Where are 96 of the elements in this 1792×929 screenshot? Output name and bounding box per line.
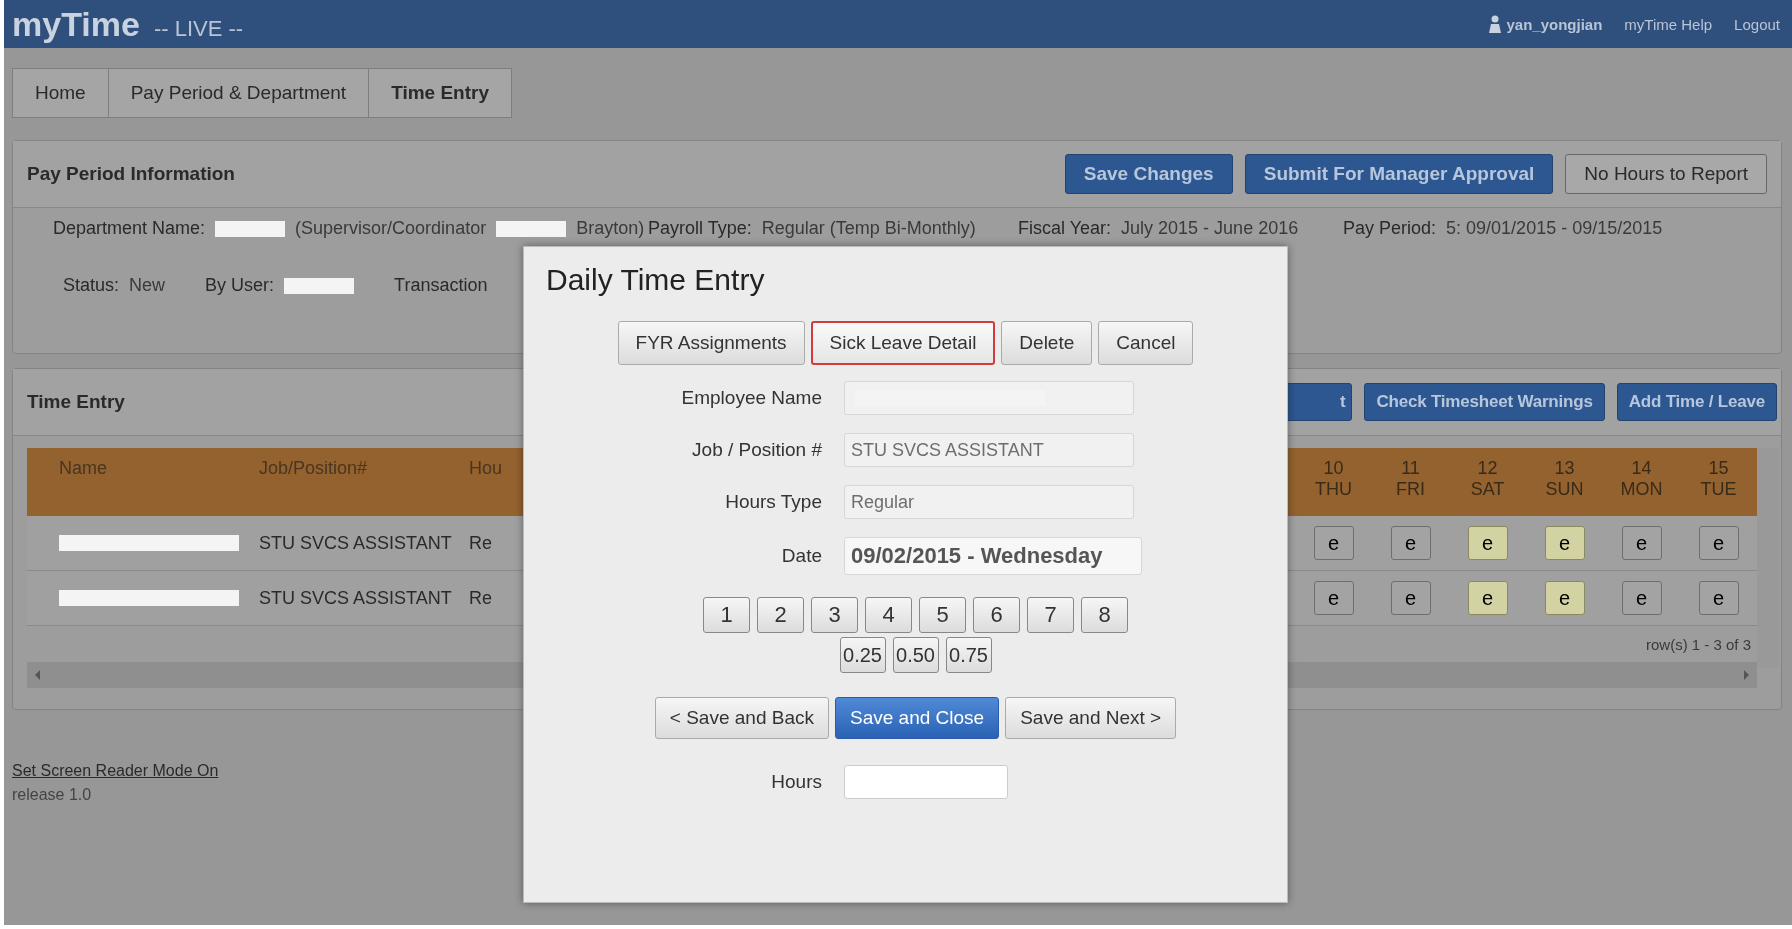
dialog-button[interactable]: Save and Next > bbox=[1005, 697, 1177, 739]
edit-day-button[interactable]: e bbox=[1390, 526, 1431, 560]
field-value: July 2015 - June 2016 bbox=[1121, 218, 1299, 239]
redaction-block bbox=[284, 277, 355, 294]
toolbar-button[interactable]: Check Timesheet Warnings bbox=[1364, 383, 1605, 421]
release-label: release 1.0 bbox=[12, 786, 93, 804]
panel-title: Time Entry bbox=[27, 391, 125, 413]
user-name[interactable]: yan_yongjian bbox=[1506, 15, 1603, 33]
weekday-label: TUE bbox=[1700, 479, 1737, 500]
field-value: New bbox=[129, 275, 166, 296]
weekday-label: MON bbox=[1620, 479, 1663, 500]
weekday-label: THU bbox=[1315, 479, 1352, 500]
hour-button[interactable]: 0.50 bbox=[892, 637, 939, 673]
input-field[interactable]: Regular bbox=[844, 485, 1134, 519]
edit-day-button[interactable]: e bbox=[1698, 526, 1739, 560]
field-value: 5: 09/01/2015 - 09/15/2015 bbox=[1446, 218, 1663, 239]
screen-reader-link[interactable]: Set Screen Reader Mode On bbox=[12, 762, 219, 780]
column-header: Job/Position# bbox=[259, 457, 369, 480]
edit-day-button[interactable]: e bbox=[1621, 526, 1662, 560]
edit-day-button[interactable]: e bbox=[1621, 581, 1662, 615]
field-label: Hours bbox=[771, 771, 822, 793]
hours-field[interactable] bbox=[844, 765, 1008, 799]
dialog-button[interactable]: FYR Assignments bbox=[617, 321, 805, 365]
edit-day-button[interactable]: e bbox=[1390, 581, 1431, 615]
table-cell-text: Re bbox=[469, 587, 493, 609]
day-number: 12 bbox=[1477, 458, 1498, 479]
hour-button[interactable]: 2 bbox=[757, 597, 804, 633]
edit-day-button[interactable]: e bbox=[1313, 581, 1354, 615]
user-icon bbox=[1488, 15, 1503, 33]
edit-day-button[interactable]: e bbox=[1544, 526, 1585, 560]
weekday-label: SUN bbox=[1545, 479, 1584, 500]
table-cell-text: STU SVCS ASSISTANT bbox=[259, 532, 453, 554]
field-value: Brayton) bbox=[576, 218, 645, 239]
field-label: Transaction bbox=[394, 275, 488, 296]
field-label: Payroll Type: bbox=[648, 218, 752, 239]
edit-day-button[interactable]: e bbox=[1698, 581, 1739, 615]
dialog-button[interactable]: Save and Close bbox=[835, 697, 1000, 739]
hour-button[interactable]: 3 bbox=[811, 597, 858, 633]
day-number: 14 bbox=[1631, 458, 1652, 479]
field-label: Date bbox=[781, 545, 822, 567]
input-field[interactable]: STU SVCS ASSISTANT bbox=[844, 433, 1134, 467]
hour-button[interactable]: 7 bbox=[1027, 597, 1074, 633]
edit-day-button[interactable]: e bbox=[1467, 526, 1508, 560]
field-label: Fiscal Year: bbox=[1018, 218, 1112, 239]
field-value: (Supervisor/Coordinator bbox=[295, 218, 487, 239]
input-field[interactable] bbox=[844, 381, 1134, 415]
hour-button[interactable]: 0.25 bbox=[839, 637, 886, 673]
field-label: Department Name: bbox=[53, 218, 206, 239]
header-button[interactable]: Submit For Manager Approval bbox=[1244, 154, 1554, 194]
day-number: 15 bbox=[1708, 458, 1729, 479]
day-number: 10 bbox=[1323, 458, 1344, 479]
dialog-button[interactable]: < Save and Back bbox=[654, 697, 829, 739]
edit-day-button[interactable]: e bbox=[1544, 581, 1585, 615]
vertical-scrollbar[interactable] bbox=[1757, 448, 1779, 668]
edit-day-button[interactable]: e bbox=[1313, 526, 1354, 560]
hour-button[interactable]: 4 bbox=[865, 597, 912, 633]
hour-button[interactable]: 6 bbox=[973, 597, 1020, 633]
hour-button[interactable]: 1 bbox=[703, 597, 750, 633]
table-cell-text: Re bbox=[469, 532, 493, 554]
breadcrumb-item[interactable]: Time Entry bbox=[368, 68, 512, 118]
day-number: 11 bbox=[1401, 458, 1420, 479]
row-count: row(s) 1 - 3 of 3 bbox=[1645, 635, 1751, 653]
weekday-label: FRI bbox=[1396, 479, 1425, 500]
dialog-button[interactable]: Sick Leave Detail bbox=[810, 321, 996, 365]
dialog-title: Daily Time Entry bbox=[546, 263, 766, 297]
day-number: 13 bbox=[1554, 458, 1575, 479]
breadcrumb-item[interactable]: Home bbox=[12, 68, 108, 118]
column-header: Hou bbox=[469, 457, 504, 480]
redaction-block bbox=[496, 220, 567, 237]
field-label: Hours Type bbox=[725, 491, 822, 513]
header-link[interactable]: myTime Help bbox=[1624, 15, 1713, 33]
redaction-block bbox=[215, 220, 286, 237]
field-label: Job / Position # bbox=[692, 439, 822, 461]
field-label: Employee Name bbox=[681, 387, 822, 409]
hour-button[interactable]: 5 bbox=[919, 597, 966, 633]
hour-button[interactable]: 0.75 bbox=[945, 637, 992, 673]
app-title: myTime bbox=[12, 4, 140, 44]
date-field[interactable]: 09/02/2015 - Wednesday bbox=[844, 537, 1142, 575]
dialog-button[interactable]: Cancel bbox=[1098, 321, 1194, 365]
dialog-button[interactable]: Delete bbox=[1001, 321, 1093, 365]
field-value: Regular (Temp Bi-Monthly) bbox=[761, 218, 976, 239]
column-header: Name bbox=[58, 457, 108, 480]
edit-day-button[interactable]: e bbox=[1467, 581, 1508, 615]
environment-label: -- LIVE -- bbox=[153, 15, 244, 42]
header-button[interactable]: No Hours to Report bbox=[1565, 154, 1767, 194]
breadcrumb-item[interactable]: Pay Period & Department bbox=[107, 68, 369, 118]
panel-title: Pay Period Information bbox=[27, 163, 235, 185]
toolbar-button[interactable]: Add Time / Leave bbox=[1616, 383, 1777, 421]
table-cell-text: STU SVCS ASSISTANT bbox=[259, 587, 453, 609]
hour-button[interactable]: 8 bbox=[1081, 597, 1128, 633]
field-label: Pay Period: bbox=[1343, 218, 1437, 239]
field-label: By User: bbox=[205, 275, 275, 296]
field-label: Status: bbox=[63, 275, 120, 296]
header-link[interactable]: Logout bbox=[1734, 15, 1780, 33]
weekday-label: SAT bbox=[1470, 479, 1505, 500]
header-button[interactable]: Save Changes bbox=[1064, 154, 1233, 194]
